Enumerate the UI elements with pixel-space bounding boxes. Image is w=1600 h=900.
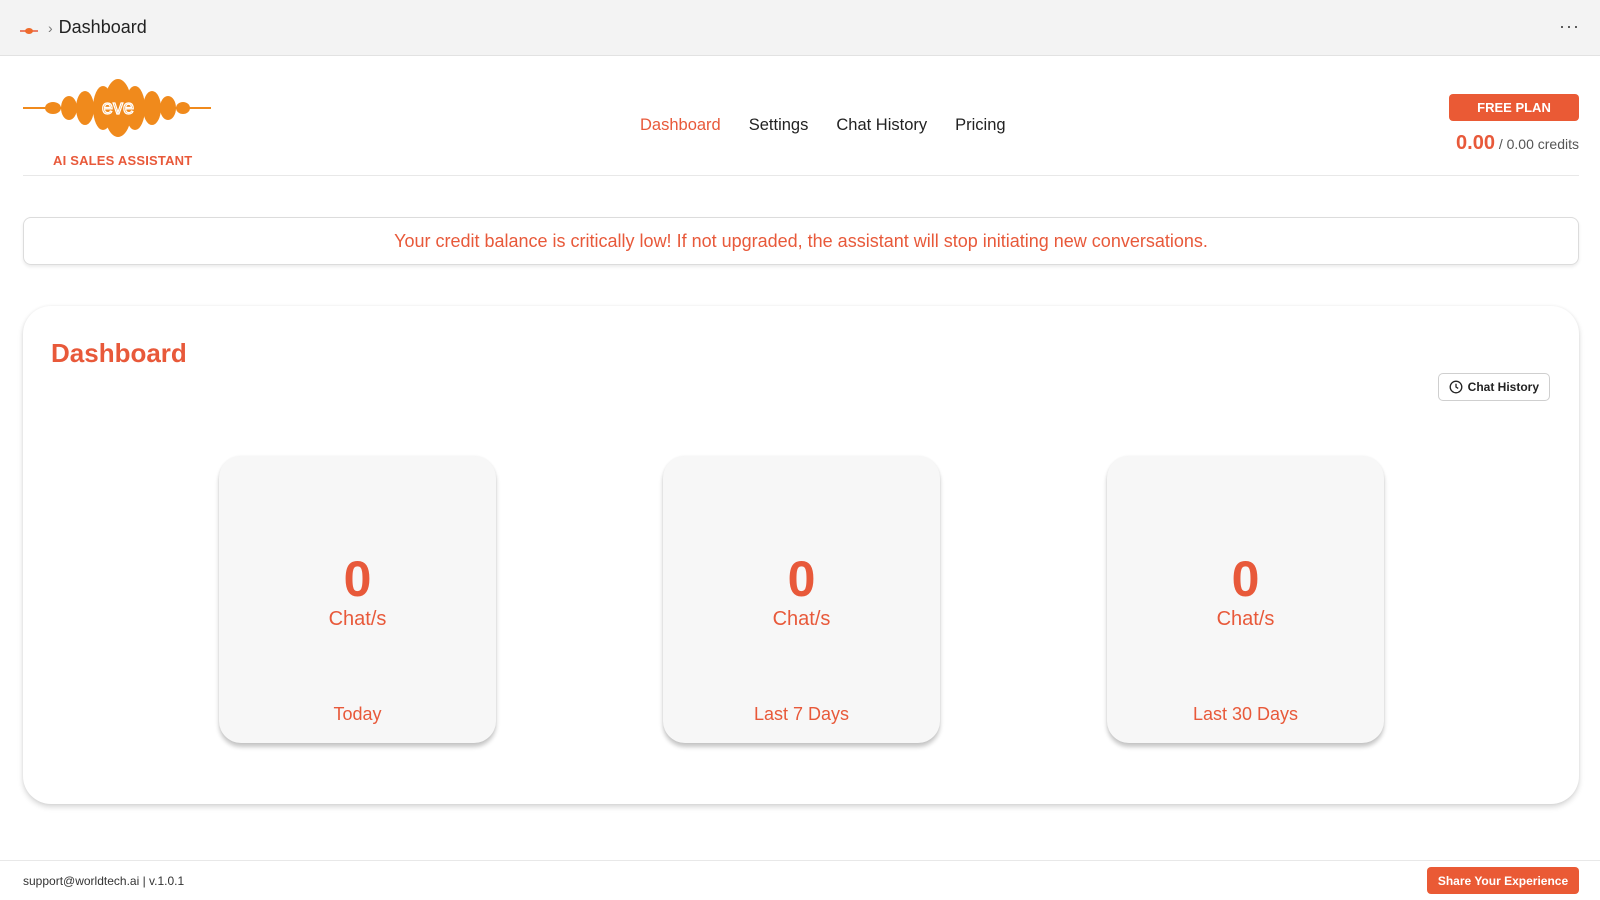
chat-history-button-label: Chat History [1467, 380, 1539, 394]
stat-value: 0 [1231, 551, 1260, 607]
main-nav: Dashboard Settings Chat History Pricing [640, 116, 1006, 135]
breadcrumb-current: Dashboard [58, 17, 147, 37]
logo-tagline: AI SALES ASSISTANT [53, 153, 193, 168]
stat-card-last-30-days: 0 Chat/s Last 30 Days [1107, 456, 1384, 743]
stat-unit: Chat/s [772, 608, 831, 630]
chat-history-button[interactable]: Chat History [1437, 373, 1550, 401]
footer: support@worldtech.ai | v.1.0.1 Share You… [0, 860, 1600, 900]
stat-period: Last 7 Days [753, 704, 850, 724]
stat-card-today: 0 Chat/s Today [219, 456, 496, 743]
low-credit-alert: Your credit balance is critically low! I… [23, 217, 1579, 265]
nav-settings[interactable]: Settings [749, 116, 809, 135]
stat-value: 0 [343, 551, 372, 607]
stat-value: 0 [787, 551, 816, 607]
nav-pricing[interactable]: Pricing [955, 116, 1005, 135]
alert-message: Your credit balance is critically low! I… [394, 230, 1208, 251]
stat-card-last-7-days: 0 Chat/s Last 7 Days [663, 456, 940, 743]
clock-icon [1449, 380, 1463, 394]
nav-dashboard[interactable]: Dashboard [640, 116, 721, 135]
credits-amount: 0.00 [1456, 132, 1495, 154]
support-info: support@worldtech.ai | v.1.0.1 [23, 874, 185, 888]
stat-period: Today [333, 704, 382, 724]
share-experience-button[interactable]: Share Your Experience [1427, 867, 1579, 894]
more-options-icon[interactable]: ··· [1559, 16, 1580, 37]
stat-period: Last 30 Days [1192, 704, 1299, 724]
stat-unit: Chat/s [1216, 608, 1275, 630]
app-logo-icon[interactable] [20, 23, 38, 34]
logo-wordmark: eve [102, 97, 134, 119]
dashboard-card: Dashboard Chat History 0 Chat/s Today 0 … [23, 306, 1579, 804]
top-bar: › Dashboard ··· [0, 0, 1600, 56]
dashboard-title: Dashboard [51, 338, 187, 368]
header: eve AI SALES ASSISTANT Dashboard Setting… [23, 56, 1579, 176]
stat-unit: Chat/s [328, 608, 387, 630]
free-plan-button[interactable]: FREE PLAN [1449, 94, 1579, 121]
waveform-logo-icon: eve [23, 79, 211, 137]
breadcrumb-separator: › [48, 19, 53, 36]
app-window: › Dashboard ··· eve AI SALES ASSISTANT D… [0, 0, 1600, 900]
nav-chat-history[interactable]: Chat History [836, 116, 927, 135]
credits-total: / 0.00 credits [1498, 136, 1579, 152]
credits-display: 0.00 / 0.00 credits [1456, 132, 1579, 155]
